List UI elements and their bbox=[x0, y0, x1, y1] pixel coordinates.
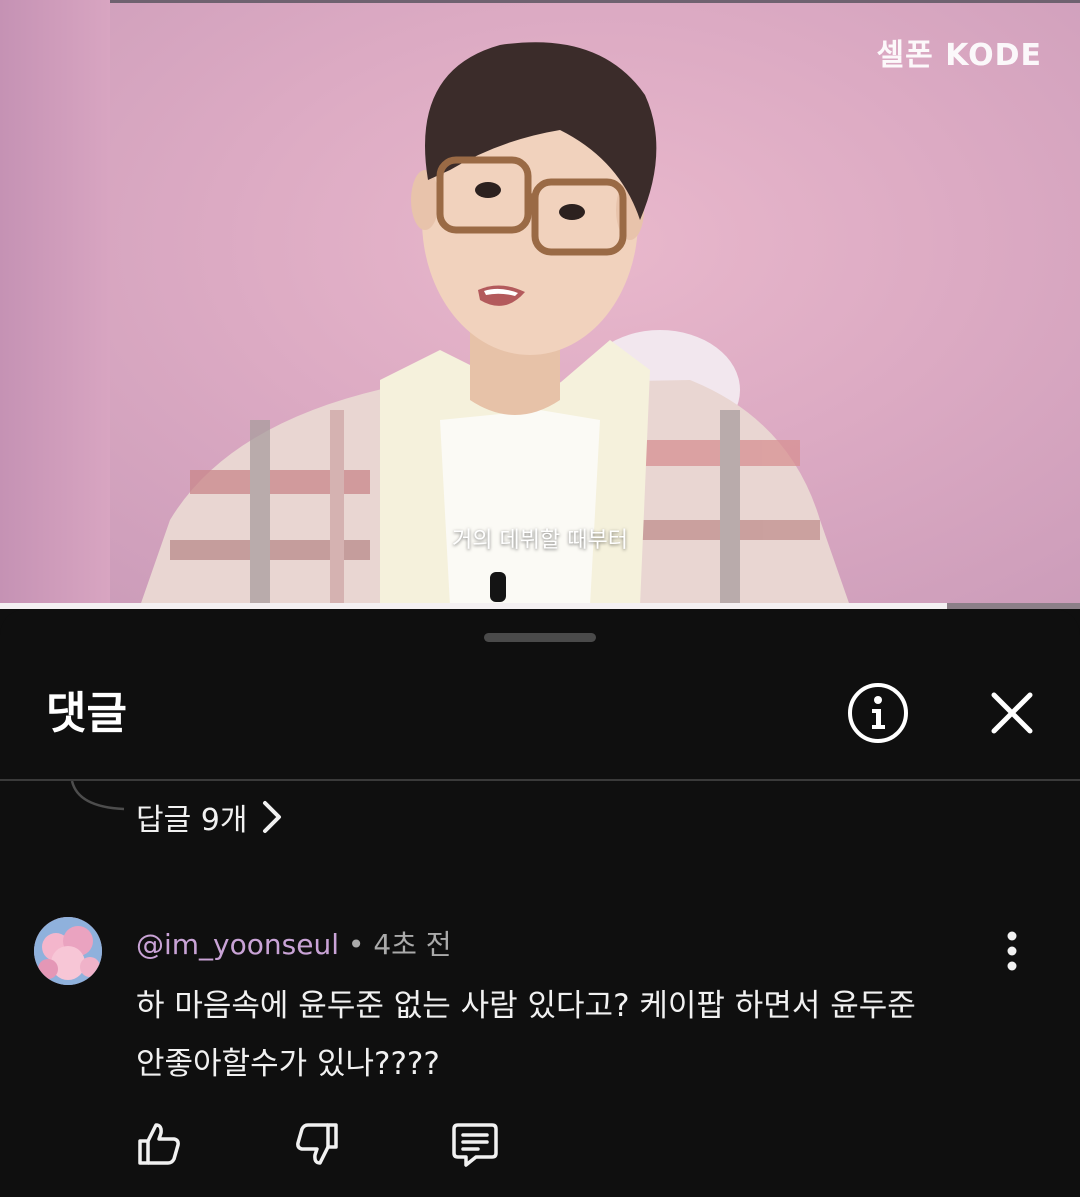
thread-connector bbox=[70, 781, 125, 811]
close-button[interactable] bbox=[984, 685, 1040, 741]
info-icon bbox=[848, 683, 908, 743]
like-icon bbox=[138, 1123, 180, 1165]
chevron-right-icon bbox=[263, 801, 282, 833]
comment-meta: @im_yoonseul • 4초 전 bbox=[136, 923, 452, 963]
video-frame-person bbox=[140, 42, 850, 606]
sheet-header-divider bbox=[0, 779, 1080, 781]
meta-separator: • bbox=[347, 928, 365, 961]
reply-icon bbox=[452, 1123, 498, 1167]
info-button[interactable] bbox=[846, 681, 910, 745]
comment-menu-button[interactable] bbox=[990, 929, 1034, 973]
more-vertical-icon bbox=[1007, 931, 1017, 971]
comment-text: 하 마음속에 윤두준 없는 사람 있다고? 케이팝 하면서 윤두준 안좋아할수가… bbox=[136, 977, 956, 1093]
reply-button[interactable] bbox=[446, 1115, 504, 1173]
comment-time: 4초 전 bbox=[373, 928, 452, 961]
like-button[interactable] bbox=[130, 1115, 188, 1173]
commenter-avatar[interactable] bbox=[34, 917, 102, 985]
video-player[interactable]: 셀폰 KODE 거의 데뷔할 때부터 bbox=[0, 0, 1080, 606]
view-replies-link[interactable]: 답글 9개 bbox=[136, 795, 283, 839]
replies-label: 답글 9개 bbox=[136, 803, 248, 838]
dislike-icon bbox=[296, 1123, 338, 1165]
comment-text-line: 하 마음속에 윤두준 없는 사람 있다고? 케이팝 하면서 윤두준 bbox=[136, 988, 916, 1024]
comments-sheet: 댓글 답글 9개 @im_yoonseul • 4초 전 하 마음속에 윤두준 … bbox=[0, 609, 1080, 1197]
comment-actions bbox=[130, 1114, 504, 1174]
comment-author[interactable]: @im_yoonseul bbox=[136, 928, 339, 961]
sheet-drag-handle[interactable] bbox=[484, 633, 596, 642]
dislike-button[interactable] bbox=[288, 1115, 346, 1173]
sheet-title: 댓글 bbox=[46, 688, 127, 739]
video-subtitle: 거의 데뷔할 때부터 bbox=[452, 528, 628, 553]
avatar-image bbox=[34, 917, 102, 985]
close-icon bbox=[991, 692, 1033, 734]
channel-logo: 셀폰 KODE bbox=[876, 38, 1042, 73]
comment-text-line: 안좋아할수가 있나???? bbox=[136, 1046, 440, 1082]
